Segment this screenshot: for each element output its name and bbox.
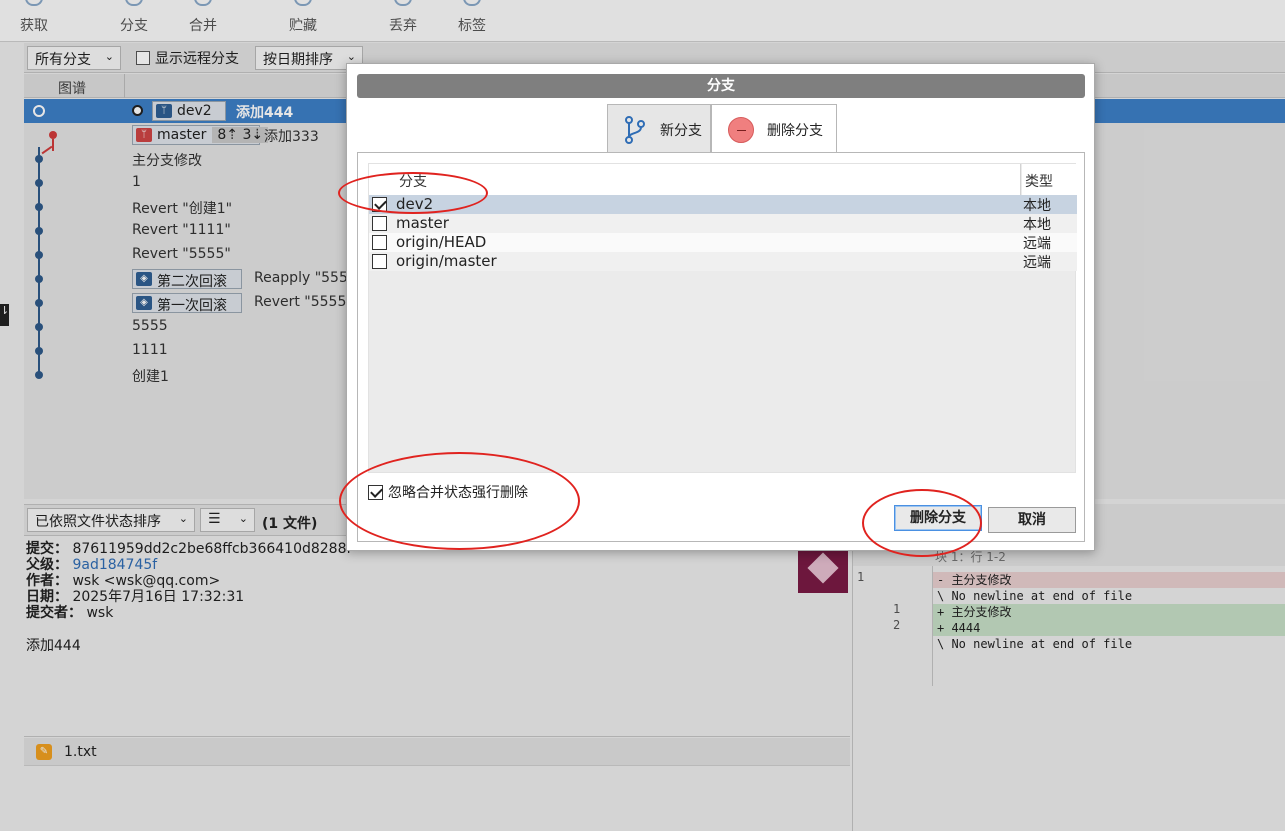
annotation-ellipse [339, 452, 580, 550]
cancel-button[interactable]: 取消 [988, 507, 1076, 533]
branch-table: 分支 类型 dev2 本地 master 本地 origin/HEAD 远端 o… [368, 163, 1077, 473]
branch-checkbox[interactable] [372, 254, 387, 269]
type-column-header[interactable]: 类型 [1022, 164, 1077, 195]
annotation-ellipse [862, 489, 982, 557]
branch-checkbox[interactable] [372, 216, 387, 231]
branch-row-origin-master[interactable]: origin/master 远端 [369, 252, 1077, 271]
annotation-ellipse [338, 172, 488, 214]
branch-icon [625, 116, 645, 144]
branch-checkbox[interactable] [372, 235, 387, 250]
dialog-title: 分支 [357, 74, 1085, 98]
tab-new-branch[interactable]: 新分支 [607, 104, 711, 154]
minus-circle-icon [728, 117, 754, 143]
branch-row-master[interactable]: master 本地 [369, 214, 1077, 233]
branch-row-origin-head[interactable]: origin/HEAD 远端 [369, 233, 1077, 252]
tab-delete-branch[interactable]: 删除分支 [711, 104, 837, 154]
